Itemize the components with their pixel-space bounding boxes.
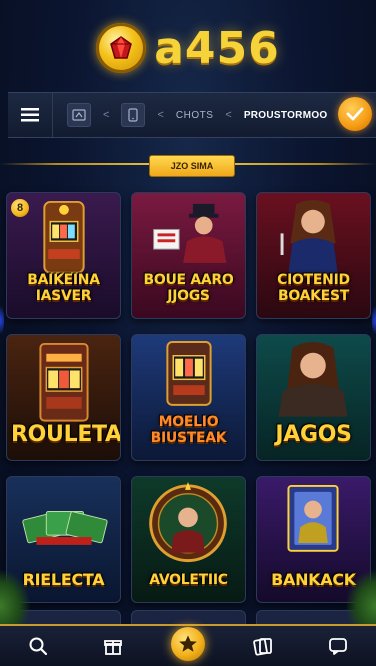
phone-icon (121, 103, 146, 127)
gem-coin-icon (96, 23, 147, 73)
game-tile[interactable]: JAGOS (256, 334, 371, 461)
game-title: JAGOS (275, 422, 352, 447)
star-icon (170, 627, 205, 661)
bottom-nav (0, 624, 376, 666)
game-title: BAIKEINA IASVER (27, 272, 100, 304)
chevron-left-icon: < (157, 109, 164, 121)
game-tile[interactable]: MOELIO BIUSTEAK (131, 334, 246, 461)
game-title: MOELIO BIUSTEAK (150, 414, 227, 446)
chevron-left-icon: < (103, 109, 110, 121)
slot-machine-icon (67, 103, 91, 127)
brand-logo: a456 (0, 18, 376, 78)
nav-item-chots[interactable]: CHOTS (170, 93, 220, 137)
game-tile[interactable]: 8 BAIKEINA IASVER (6, 192, 121, 319)
nav-item-proustormoo[interactable]: PROUSTORMOO (238, 93, 334, 137)
game-tile[interactable]: AVOLETIIC (131, 476, 246, 603)
game-tile[interactable]: CIOTENID BOAKEST (256, 192, 371, 319)
star-nav-button[interactable] (168, 627, 208, 664)
cards-icon[interactable] (243, 628, 283, 664)
brand-name: a456 (154, 22, 280, 74)
nav-item-phone[interactable] (115, 93, 151, 137)
game-tile[interactable]: ROULETA (6, 334, 121, 461)
side-glow-left (0, 300, 4, 340)
search-icon[interactable] (18, 628, 58, 664)
section-label[interactable]: JZO SIMA (149, 155, 235, 177)
check-icon[interactable] (338, 97, 372, 131)
plant-decor-right (346, 570, 376, 630)
nav-label-proustormoo: PROUSTORMOO (243, 109, 328, 121)
game-title: AVOLETIIC (149, 572, 228, 588)
nav-item-slots[interactable] (53, 93, 97, 137)
plant-decor-left (0, 570, 30, 630)
nav-label-chots: CHOTS (175, 109, 214, 121)
hamburger-menu-icon[interactable] (8, 93, 53, 137)
game-title: ROULETA (11, 422, 121, 447)
chat-icon[interactable] (318, 628, 358, 664)
game-badge: 8 (11, 199, 29, 217)
side-glow-right (372, 300, 376, 340)
game-grid: 8 BAIKEINA IASVER BOUE AARO JJOGS CIOTEN… (6, 192, 372, 603)
gift-icon[interactable] (93, 628, 133, 664)
top-navbar: < < CHOTS < PROUSTORMOO (8, 92, 376, 138)
game-title: CIOTENID BOAKEST (277, 272, 350, 304)
chevron-left-icon: < (225, 109, 232, 121)
game-title: BOUE AARO JJOGS (143, 272, 234, 304)
game-tile[interactable]: BOUE AARO JJOGS (131, 192, 246, 319)
